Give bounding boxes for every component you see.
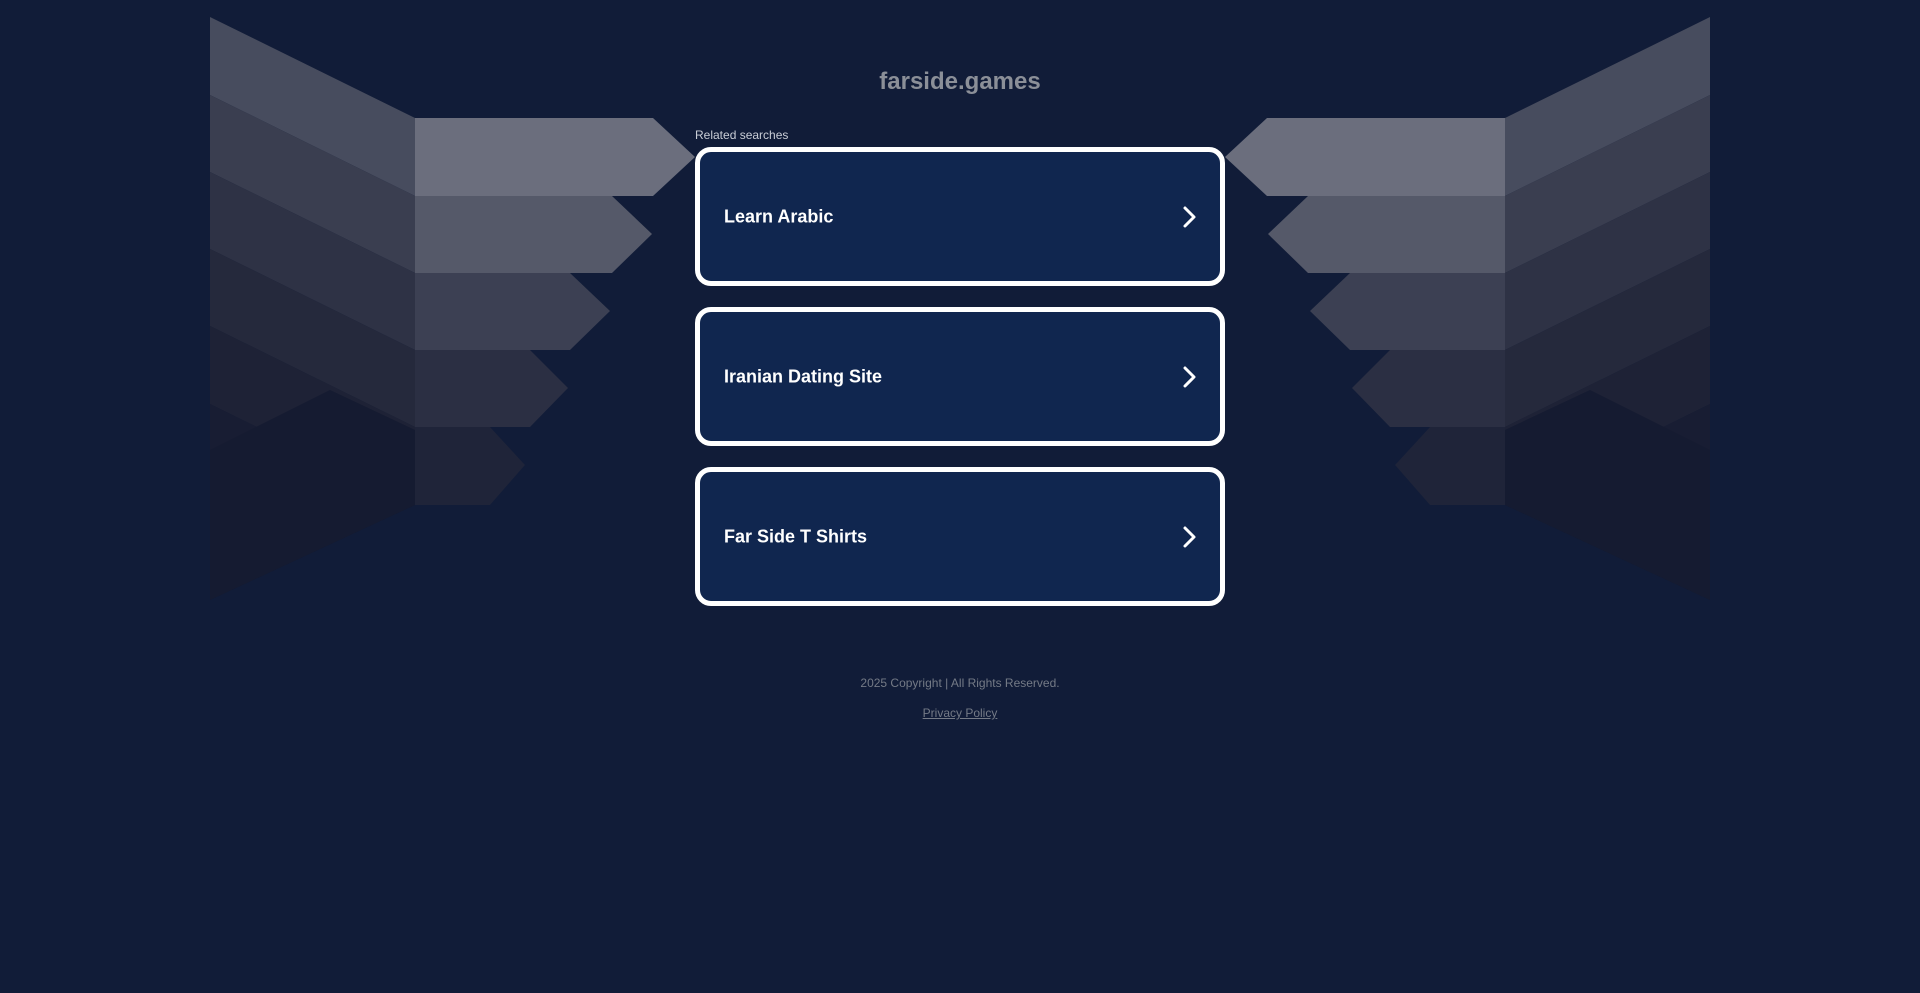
chevron-right-icon <box>1183 526 1196 547</box>
related-search-label: Iranian Dating Site <box>724 366 883 386</box>
related-search-iranian-dating-site[interactable]: Iranian Dating Site <box>695 307 1225 446</box>
footer-links: Privacy Policy <box>0 706 1920 720</box>
chevron-right-icon <box>1183 366 1196 387</box>
related-search-label: Learn Arabic <box>724 206 834 226</box>
left-wing-graphic <box>210 17 695 600</box>
chevron-right-icon <box>1183 206 1196 227</box>
copyright-text: 2025 Copyright | All Rights Reserved. <box>860 676 1060 690</box>
related-search-learn-arabic[interactable]: Learn Arabic <box>695 147 1225 286</box>
domain-title: farside.games <box>879 68 1041 95</box>
landing-page: farside.games Related searches Learn Ara… <box>0 0 1920 993</box>
related-search-far-side-t-shirts[interactable]: Far Side T Shirts <box>695 467 1225 606</box>
related-search-label: Far Side T Shirts <box>724 526 868 546</box>
right-wing-graphic <box>1225 17 1710 600</box>
related-searches-label: Related searches <box>695 128 789 142</box>
privacy-policy-link[interactable]: Privacy Policy <box>923 706 998 720</box>
